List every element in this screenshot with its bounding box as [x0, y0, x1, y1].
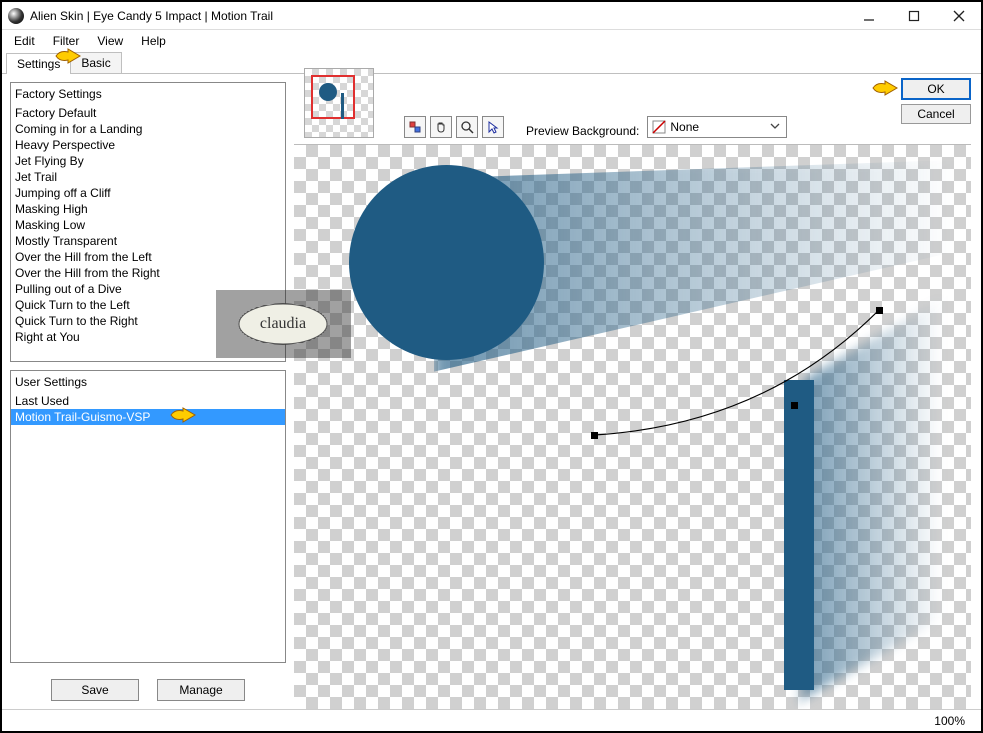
curve-handle[interactable] — [876, 307, 883, 314]
thumb-shape-bar — [341, 93, 344, 119]
magnifier-icon — [460, 120, 474, 134]
settings-panel: Factory Settings Factory Default Coming … — [2, 74, 294, 709]
tool-row — [404, 116, 504, 138]
save-button[interactable]: Save — [51, 679, 139, 701]
maximize-button[interactable] — [891, 3, 936, 29]
thumb-shape-circle — [319, 83, 337, 101]
hand-icon — [434, 120, 448, 134]
close-button[interactable] — [936, 3, 981, 29]
zoom-tool[interactable] — [456, 116, 478, 138]
menu-view[interactable]: View — [89, 32, 131, 50]
curve-handle[interactable] — [791, 402, 798, 409]
watermark: claudia — [216, 290, 351, 358]
trajectory-curve[interactable] — [294, 145, 954, 705]
hand-tool[interactable] — [430, 116, 452, 138]
app-icon — [8, 8, 24, 24]
preview-canvas[interactable] — [294, 144, 971, 709]
tutorial-pointer-icon — [871, 78, 899, 101]
list-item[interactable]: Masking Low — [11, 217, 285, 233]
list-item[interactable]: Factory Default — [11, 105, 285, 121]
title-bar: Alien Skin | Eye Candy 5 Impact | Motion… — [2, 2, 981, 30]
list-item[interactable]: Over the Hill from the Right — [11, 265, 285, 281]
navigator-thumbnail[interactable] — [304, 68, 374, 138]
list-item[interactable]: Heavy Perspective — [11, 137, 285, 153]
menu-help[interactable]: Help — [133, 32, 174, 50]
menu-edit[interactable]: Edit — [6, 32, 43, 50]
tabs-row: Settings Basic — [2, 52, 981, 74]
user-settings-list[interactable]: User Settings Last Used Motion Trail-Gui… — [10, 370, 286, 663]
list-item[interactable]: Last Used — [11, 393, 285, 409]
manage-button[interactable]: Manage — [157, 679, 245, 701]
list-item[interactable]: Masking High — [11, 201, 285, 217]
list-item[interactable]: Jet Flying By — [11, 153, 285, 169]
ok-button[interactable]: OK — [901, 78, 971, 100]
preview-background-value: None — [670, 120, 699, 134]
list-item[interactable]: Motion Trail-Guismo-VSP — [11, 409, 285, 425]
zoom-level: 100% — [934, 714, 965, 728]
cancel-button[interactable]: Cancel — [901, 104, 971, 124]
reset-view-tool[interactable] — [404, 116, 426, 138]
list-item[interactable]: Over the Hill from the Left — [11, 249, 285, 265]
list-item[interactable]: Jet Trail — [11, 169, 285, 185]
minimize-button[interactable] — [846, 3, 891, 29]
list-item[interactable]: Jumping off a Cliff — [11, 185, 285, 201]
preview-background-label: Preview Background: — [526, 124, 639, 138]
status-bar: 100% — [2, 709, 981, 731]
tutorial-pointer-icon — [54, 46, 82, 69]
none-swatch-icon — [652, 120, 666, 134]
pointer-tool[interactable] — [482, 116, 504, 138]
tutorial-pointer-icon — [169, 405, 197, 428]
list-item[interactable]: Coming in for a Landing — [11, 121, 285, 137]
svg-text:claudia: claudia — [260, 315, 306, 332]
window-title: Alien Skin | Eye Candy 5 Impact | Motion… — [30, 9, 273, 23]
reset-icon — [408, 120, 422, 134]
chevron-down-icon — [764, 120, 786, 134]
factory-settings-title: Factory Settings — [11, 83, 285, 105]
curve-handle[interactable] — [591, 432, 598, 439]
menu-bar: Edit Filter View Help — [2, 30, 981, 52]
user-settings-title: User Settings — [11, 371, 285, 393]
preview-background-select[interactable]: None — [647, 116, 787, 138]
list-item[interactable]: Mostly Transparent — [11, 233, 285, 249]
cursor-icon — [486, 120, 500, 134]
